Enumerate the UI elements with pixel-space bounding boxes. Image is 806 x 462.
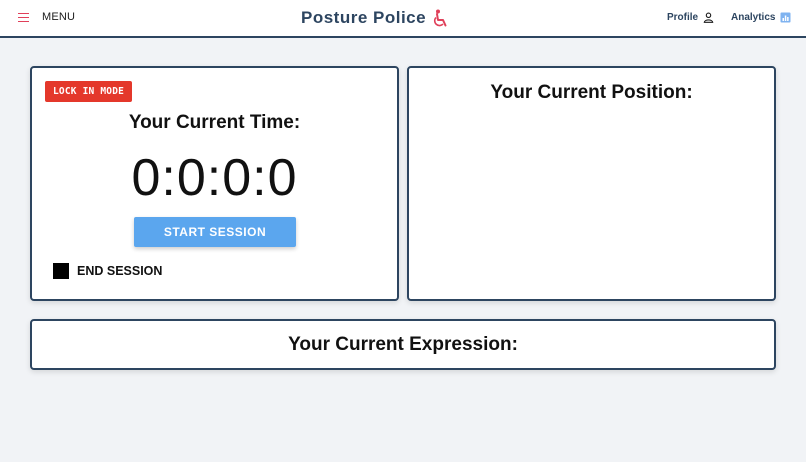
- position-card: Your Current Position:: [407, 66, 776, 301]
- profile-label: Profile: [667, 12, 699, 23]
- stop-square-icon: [53, 263, 69, 279]
- analytics-link[interactable]: Analytics: [731, 12, 791, 23]
- end-session-control[interactable]: END SESSION: [53, 263, 162, 279]
- timer-display: 0:0:0:0: [131, 149, 298, 207]
- hamburger-icon: [18, 12, 29, 22]
- user-icon: [703, 12, 714, 23]
- menu-label: MENU: [42, 11, 76, 23]
- bar-chart-icon: [780, 12, 791, 23]
- expression-card: Your Current Expression:: [30, 319, 776, 370]
- current-time-heading: Your Current Time:: [128, 112, 301, 133]
- brand: Posture Police: [301, 8, 449, 28]
- current-expression-heading: Your Current Expression:: [288, 334, 518, 355]
- timer-card: LOCK IN MODE Your Current Time: 0:0:0:0 …: [30, 66, 399, 301]
- current-position-heading: Your Current Position:: [490, 82, 693, 103]
- start-session-button[interactable]: START SESSION: [134, 217, 296, 247]
- wheelchair-icon: [434, 9, 447, 27]
- lock-in-mode-badge[interactable]: LOCK IN MODE: [45, 81, 133, 102]
- top-nav-bar: MENU Posture Police Profile Analytics: [0, 0, 806, 38]
- end-session-label: END SESSION: [77, 264, 163, 278]
- profile-link[interactable]: Profile: [667, 12, 714, 23]
- analytics-label: Analytics: [731, 12, 776, 23]
- menu-button[interactable]: MENU: [18, 11, 75, 23]
- brand-title: Posture Police: [301, 8, 427, 27]
